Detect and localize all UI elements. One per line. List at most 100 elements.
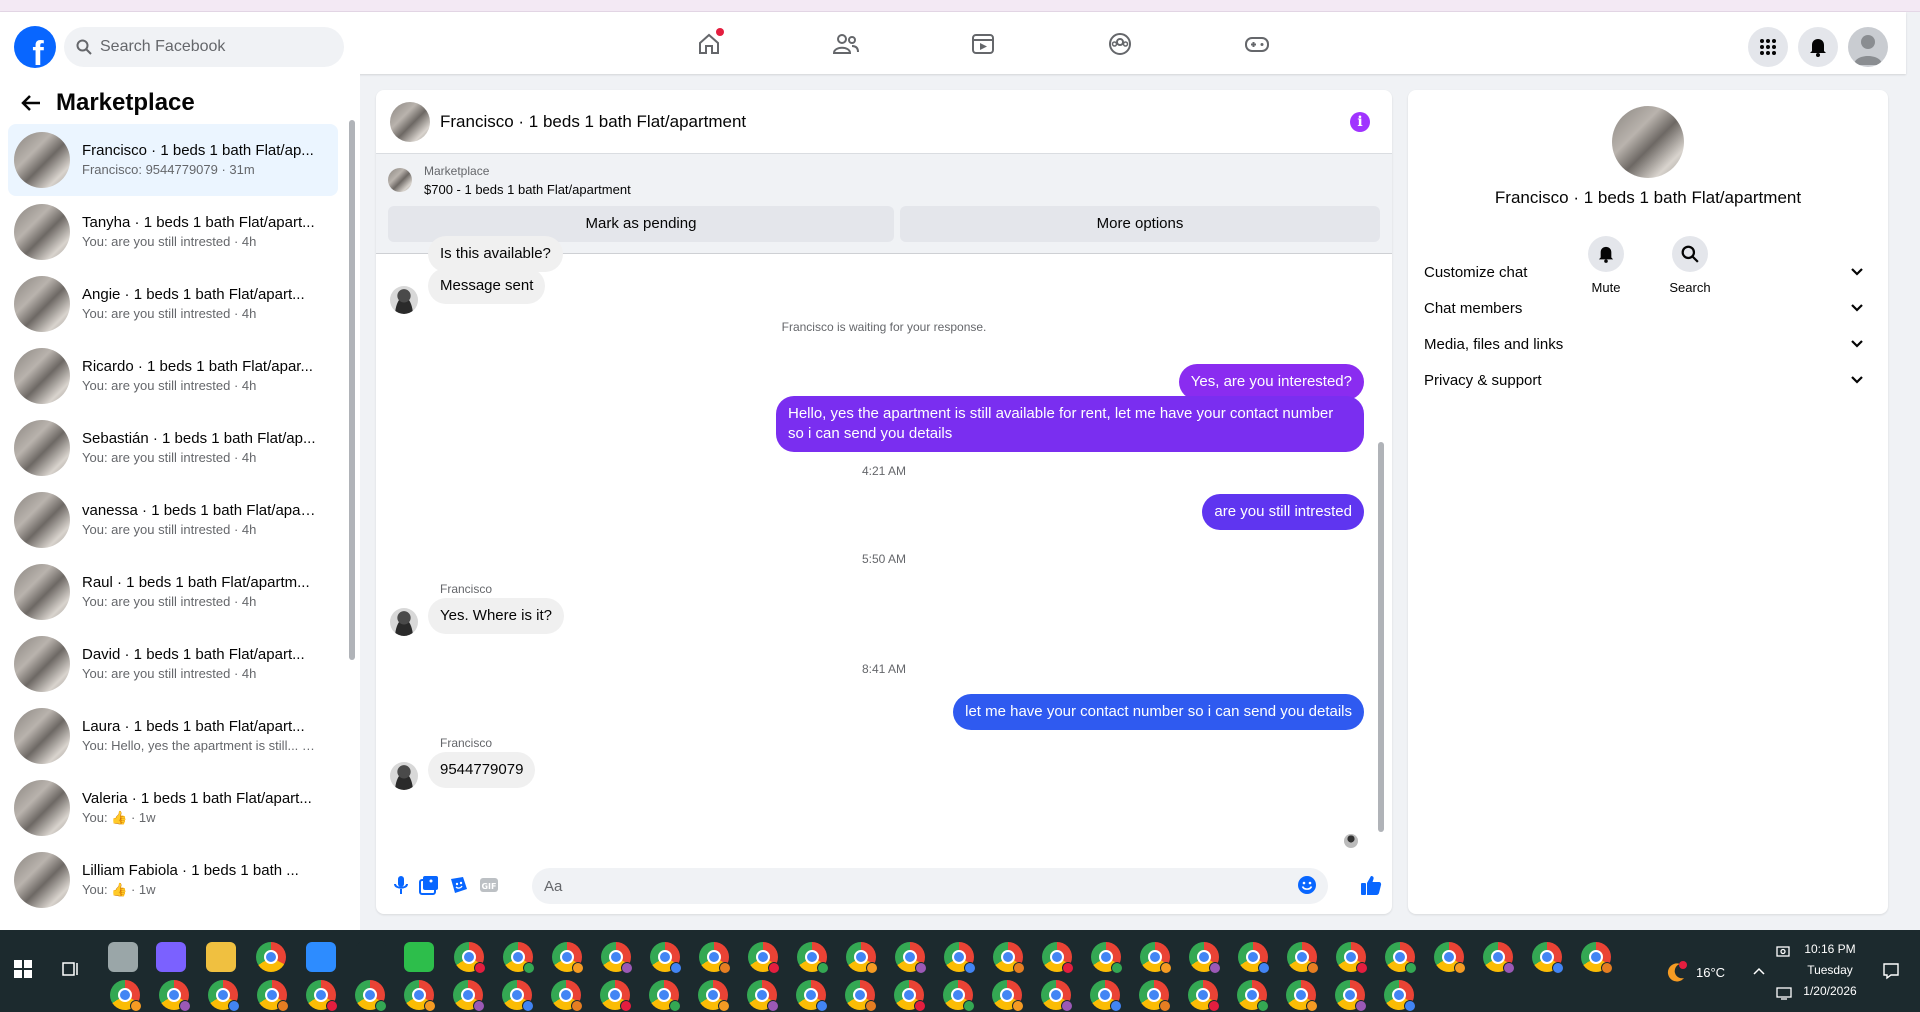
conversation-item[interactable]: Sebastián · 1 beds 1 bath Flat/ap... You:… <box>8 412 338 484</box>
chrome-profile-icon[interactable] <box>1384 980 1416 1012</box>
sender-avatar[interactable] <box>390 286 418 314</box>
chrome-profile-icon[interactable] <box>454 942 486 974</box>
chrome-profile-icon[interactable] <box>110 980 142 1012</box>
chrome-profile-icon[interactable] <box>699 942 731 974</box>
chrome-profile-icon[interactable] <box>1336 942 1368 974</box>
conversation-item[interactable]: Laura · 1 beds 1 bath Flat/apart... You: … <box>8 700 338 772</box>
chrome-profile-icon[interactable] <box>650 942 682 974</box>
conversation-item[interactable]: Lilliam Fabiola · 1 beds 1 bath ... You: … <box>8 844 338 916</box>
emoji-icon[interactable] <box>1296 874 1318 896</box>
microphone-icon[interactable] <box>390 874 412 896</box>
chrome-profile-icon[interactable] <box>649 980 681 1012</box>
listing-title[interactable]: $700 - 1 beds 1 bath Flat/apartment <box>424 182 631 197</box>
tab-home[interactable] <box>640 24 777 64</box>
photo-icon[interactable] <box>418 874 440 896</box>
chrome-profile-icon[interactable] <box>1042 942 1074 974</box>
network-icon[interactable] <box>1776 986 1792 1000</box>
chrome-profile-icon[interactable] <box>404 980 436 1012</box>
chrome-profile-icon[interactable] <box>502 980 534 1012</box>
chrome-profile-icon[interactable] <box>895 942 927 974</box>
clock-time[interactable]: 10:16 PM <box>1800 942 1860 956</box>
chrome-profile-icon[interactable] <box>796 980 828 1012</box>
chrome-profile-icon[interactable] <box>1189 942 1221 974</box>
tab-video[interactable] <box>914 24 1051 64</box>
search-input[interactable] <box>100 38 320 56</box>
clock-day[interactable]: Tuesday <box>1800 963 1860 977</box>
sender-avatar[interactable] <box>390 608 418 636</box>
conversation-item[interactable]: Francisco · 1 beds 1 bath Flat/ap... Fran… <box>8 124 338 196</box>
menu-button[interactable] <box>1748 27 1788 67</box>
chrome-profile-icon[interactable] <box>1139 980 1171 1012</box>
sender-avatar[interactable] <box>390 762 418 790</box>
scrollbar-thumb[interactable] <box>1378 442 1384 832</box>
chrome-profile-icon[interactable] <box>355 980 387 1012</box>
conversation-item[interactable]: vanessa · 1 beds 1 bath Flat/apar... You:… <box>8 484 338 556</box>
listing-thumbnail[interactable] <box>1612 106 1684 178</box>
chrome-profile-icon[interactable] <box>600 980 632 1012</box>
chevron-up-icon[interactable] <box>1752 966 1766 976</box>
conversation-item[interactable]: Valeria · 1 beds 1 bath Flat/apart... You… <box>8 772 338 844</box>
sticker-icon[interactable] <box>448 874 470 896</box>
privacy-support-row[interactable]: Privacy & support <box>1424 358 1872 402</box>
chrome-profile-icon[interactable] <box>894 980 926 1012</box>
page-scrollbar[interactable] <box>1908 74 1920 930</box>
more-options-button[interactable]: More options <box>900 206 1380 242</box>
chrome-profile-icon[interactable] <box>1041 980 1073 1012</box>
chrome-profile-icon[interactable] <box>1434 942 1466 974</box>
camera-icon[interactable] <box>1776 944 1790 958</box>
chrome-app-icon[interactable] <box>256 942 286 972</box>
chrome-profile-icon[interactable] <box>159 980 191 1012</box>
chrome-profile-icon[interactable] <box>748 942 780 974</box>
chrome-profile-icon[interactable] <box>992 980 1024 1012</box>
chrome-profile-icon[interactable] <box>306 980 338 1012</box>
info-icon[interactable]: i <box>1350 112 1370 132</box>
conversation-item[interactable]: Tanyha · 1 beds 1 bath Flat/apart... You:… <box>8 196 338 268</box>
chrome-profile-icon[interactable] <box>1090 980 1122 1012</box>
chrome-profile-icon[interactable] <box>601 942 633 974</box>
chrome-profile-icon[interactable] <box>845 980 877 1012</box>
chrome-profile-icon[interactable] <box>551 980 583 1012</box>
chrome-profile-icon[interactable] <box>503 942 535 974</box>
account-avatar[interactable] <box>1848 27 1888 67</box>
chrome-profile-icon[interactable] <box>1286 980 1318 1012</box>
message-input[interactable] <box>532 868 1328 904</box>
weather-icon[interactable] <box>1664 960 1688 984</box>
scrollbar-thumb[interactable] <box>349 120 355 660</box>
back-arrow-icon[interactable] <box>20 93 42 113</box>
clock-date[interactable]: 1/20/2026 <box>1800 984 1860 998</box>
chrome-profile-icon[interactable] <box>1188 980 1220 1012</box>
facebook-logo-icon[interactable]: f <box>14 26 56 68</box>
chrome-profile-icon[interactable] <box>1483 942 1515 974</box>
chrome-profile-icon[interactable] <box>747 980 779 1012</box>
tab-groups[interactable] <box>1051 24 1188 64</box>
chat-scrollbar[interactable] <box>1376 254 1386 850</box>
chrome-profile-icon[interactable] <box>797 942 829 974</box>
chrome-profile-icon[interactable] <box>1532 942 1564 974</box>
chrome-profile-icon[interactable] <box>846 942 878 974</box>
vsco-app-icon[interactable] <box>356 942 386 972</box>
chrome-profile-icon[interactable] <box>257 980 289 1012</box>
notification-center-icon[interactable] <box>1882 962 1900 980</box>
gif-icon[interactable]: GIF <box>478 874 500 896</box>
chrome-profile-icon[interactable] <box>993 942 1025 974</box>
chrome-profile-icon[interactable] <box>1385 942 1417 974</box>
chrome-profile-icon[interactable] <box>1091 942 1123 974</box>
chrome-profile-icon[interactable] <box>1581 942 1613 974</box>
chrome-profile-icon[interactable] <box>944 942 976 974</box>
temperature[interactable]: 16°C <box>1696 965 1725 980</box>
conversation-item[interactable]: Raul · 1 beds 1 bath Flat/apartm... You: … <box>8 556 338 628</box>
conversation-item[interactable]: Ricardo · 1 beds 1 bath Flat/apar... You:… <box>8 340 338 412</box>
tab-gaming[interactable] <box>1188 24 1325 64</box>
chrome-profile-icon[interactable] <box>1287 942 1319 974</box>
tab-friends[interactable] <box>777 24 914 64</box>
conversation-item[interactable]: David · 1 beds 1 bath Flat/apart... You: … <box>8 628 338 700</box>
chrome-profile-icon[interactable] <box>208 980 240 1012</box>
search-box[interactable] <box>64 27 344 67</box>
notifications-button[interactable] <box>1798 27 1838 67</box>
chat-thumbnail[interactable] <box>390 101 430 142</box>
chat-title[interactable]: Francisco · 1 beds 1 bath Flat/apartment <box>440 112 746 132</box>
chrome-profile-icon[interactable] <box>1237 980 1269 1012</box>
conversation-item[interactable]: Angie · 1 beds 1 bath Flat/apart... You: … <box>8 268 338 340</box>
chrome-profile-icon[interactable] <box>1140 942 1172 974</box>
chrome-profile-icon[interactable] <box>698 980 730 1012</box>
